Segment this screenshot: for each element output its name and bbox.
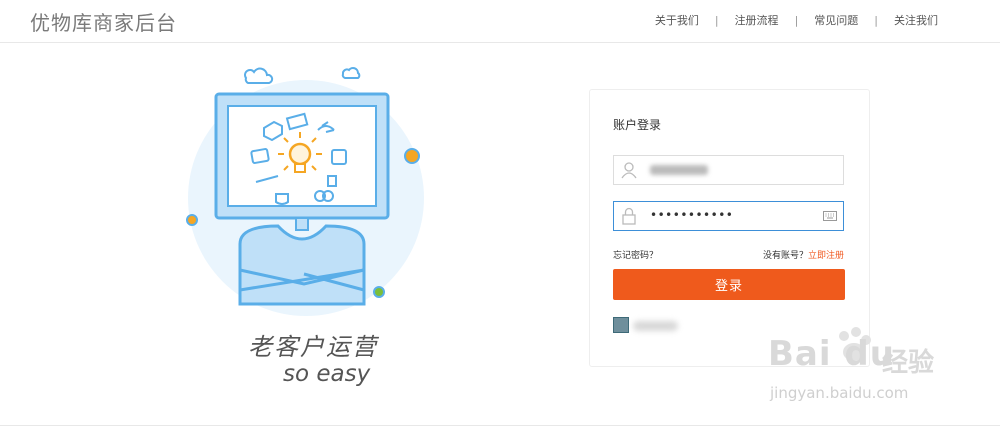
footer-divider <box>0 425 1000 426</box>
watermark-brand: Bai du <box>768 334 895 374</box>
keyboard-icon[interactable] <box>823 211 837 221</box>
username-field[interactable] <box>613 155 844 185</box>
login-button[interactable]: 登录 <box>613 269 845 300</box>
user-icon <box>621 162 637 179</box>
register-prompt: 没有账号？立即注册 <box>763 248 844 261</box>
register-link[interactable]: 立即注册 <box>808 251 844 261</box>
login-panel-title: 账户登录 <box>613 118 662 132</box>
top-nav: 关于我们 | 注册流程 | 常见问题 | 关注我们 <box>655 12 938 28</box>
account-name-redacted <box>633 321 678 331</box>
slogan-line-2: so easy <box>283 361 371 387</box>
forgot-password-link[interactable]: 忘记密码？ <box>613 248 658 261</box>
password-mask: ••••••••••• <box>650 208 734 222</box>
site-title: 优物库商家后台 <box>30 11 177 35</box>
account-avatar[interactable] <box>613 317 629 333</box>
nav-faq[interactable]: 常见问题 <box>814 12 858 28</box>
watermark-url: jingyan.baidu.com <box>770 384 909 402</box>
username-redacted <box>650 165 708 175</box>
nav-follow-us[interactable]: 关注我们 <box>894 12 938 28</box>
nav-registration-process[interactable]: 注册流程 <box>735 12 779 28</box>
password-field[interactable]: ••••••••••• <box>613 201 844 231</box>
cloud-icon <box>341 67 361 79</box>
nav-separator: | <box>794 13 799 27</box>
nav-separator: | <box>714 13 719 27</box>
no-account-label: 没有账号？ <box>762 251 808 261</box>
monitor-illustration <box>186 67 424 316</box>
watermark-product: 经验 <box>882 348 935 378</box>
cloud-icon <box>244 67 274 84</box>
nav-separator: | <box>874 13 878 27</box>
lock-icon <box>622 207 636 225</box>
baidu-jingyan-watermark: Bai du 经验 jingyan.baidu.com <box>730 324 970 414</box>
slogan-line-1: 老客户运营 <box>248 333 378 361</box>
nav-about-us[interactable]: 关于我们 <box>655 12 699 28</box>
top-bar: 优物库商家后台 关于我们 | 注册流程 | 常见问题 | 关注我们 <box>0 0 1000 43</box>
